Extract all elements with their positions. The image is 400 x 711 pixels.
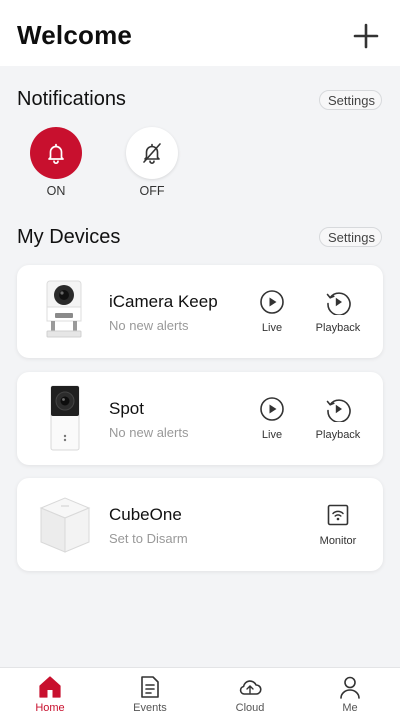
tab-home[interactable]: Home [0, 674, 100, 711]
notifications-on-label: ON [46, 184, 66, 198]
notifications-off-label: OFF [139, 184, 165, 198]
person-icon [340, 676, 360, 699]
camera-thumbnail [50, 385, 80, 451]
monitor-wifi-icon [327, 504, 349, 526]
monitor-button[interactable]: Monitor [306, 502, 370, 547]
device-status: No new alerts [109, 318, 189, 333]
play-circle-icon [260, 397, 284, 421]
devices-settings-button[interactable]: Settings [319, 227, 382, 247]
page-title: Welcome [17, 20, 133, 50]
play-circle-icon [260, 290, 284, 314]
tab-cloud[interactable]: Cloud [200, 674, 300, 711]
home-icon [39, 676, 61, 698]
tab-me[interactable]: Me [300, 674, 400, 711]
device-status: Set to Disarm [109, 531, 188, 546]
notifications-off-toggle[interactable] [126, 127, 178, 179]
device-name: CubeOne [109, 505, 182, 524]
device-status: No new alerts [109, 425, 189, 440]
tab-events-label: Events [133, 702, 167, 711]
device-card-icamera-keep[interactable]: iCamera Keep No new alerts Live Playback [17, 265, 383, 358]
tab-home-label: Home [35, 702, 65, 711]
playback-button[interactable]: Playback [306, 396, 370, 441]
my-devices-heading: My Devices [17, 226, 121, 248]
bottom-tab-bar: Home Events Cloud Me [0, 667, 400, 711]
notifications-on-toggle[interactable] [30, 127, 82, 179]
cube-thumbnail [39, 497, 91, 553]
live-label: Live [261, 322, 283, 334]
plus-icon [353, 23, 379, 49]
device-name: iCamera Keep [109, 292, 218, 311]
monitor-label: Monitor [319, 535, 357, 547]
notifications-settings-button[interactable]: Settings [319, 90, 382, 110]
playback-label: Playback [315, 322, 361, 334]
tab-cloud-label: Cloud [235, 702, 265, 711]
app-screen: Welcome Notifications Settings ON OFF My… [0, 0, 400, 711]
device-name: Spot [109, 399, 144, 418]
live-button[interactable]: Live [240, 396, 304, 441]
playback-icon [326, 292, 351, 315]
cloud-icon [239, 680, 262, 695]
camera-thumbnail [46, 280, 82, 338]
playback-button[interactable]: Playback [306, 289, 370, 334]
live-button[interactable]: Live [240, 289, 304, 334]
top-header: Welcome [0, 0, 400, 66]
notifications-heading: Notifications [17, 88, 126, 110]
playback-icon [326, 399, 351, 422]
bell-slash-icon [143, 143, 161, 164]
bell-icon [48, 143, 64, 165]
device-card-cubeone[interactable]: CubeOne Set to Disarm Monitor [17, 478, 383, 571]
device-card-spot[interactable]: Spot No new alerts Live Playback [17, 372, 383, 465]
live-label: Live [261, 429, 283, 441]
tab-me-label: Me [342, 702, 358, 711]
add-device-button[interactable] [350, 20, 382, 52]
document-icon [141, 676, 159, 698]
tab-events[interactable]: Events [100, 674, 200, 711]
playback-label: Playback [315, 429, 361, 441]
